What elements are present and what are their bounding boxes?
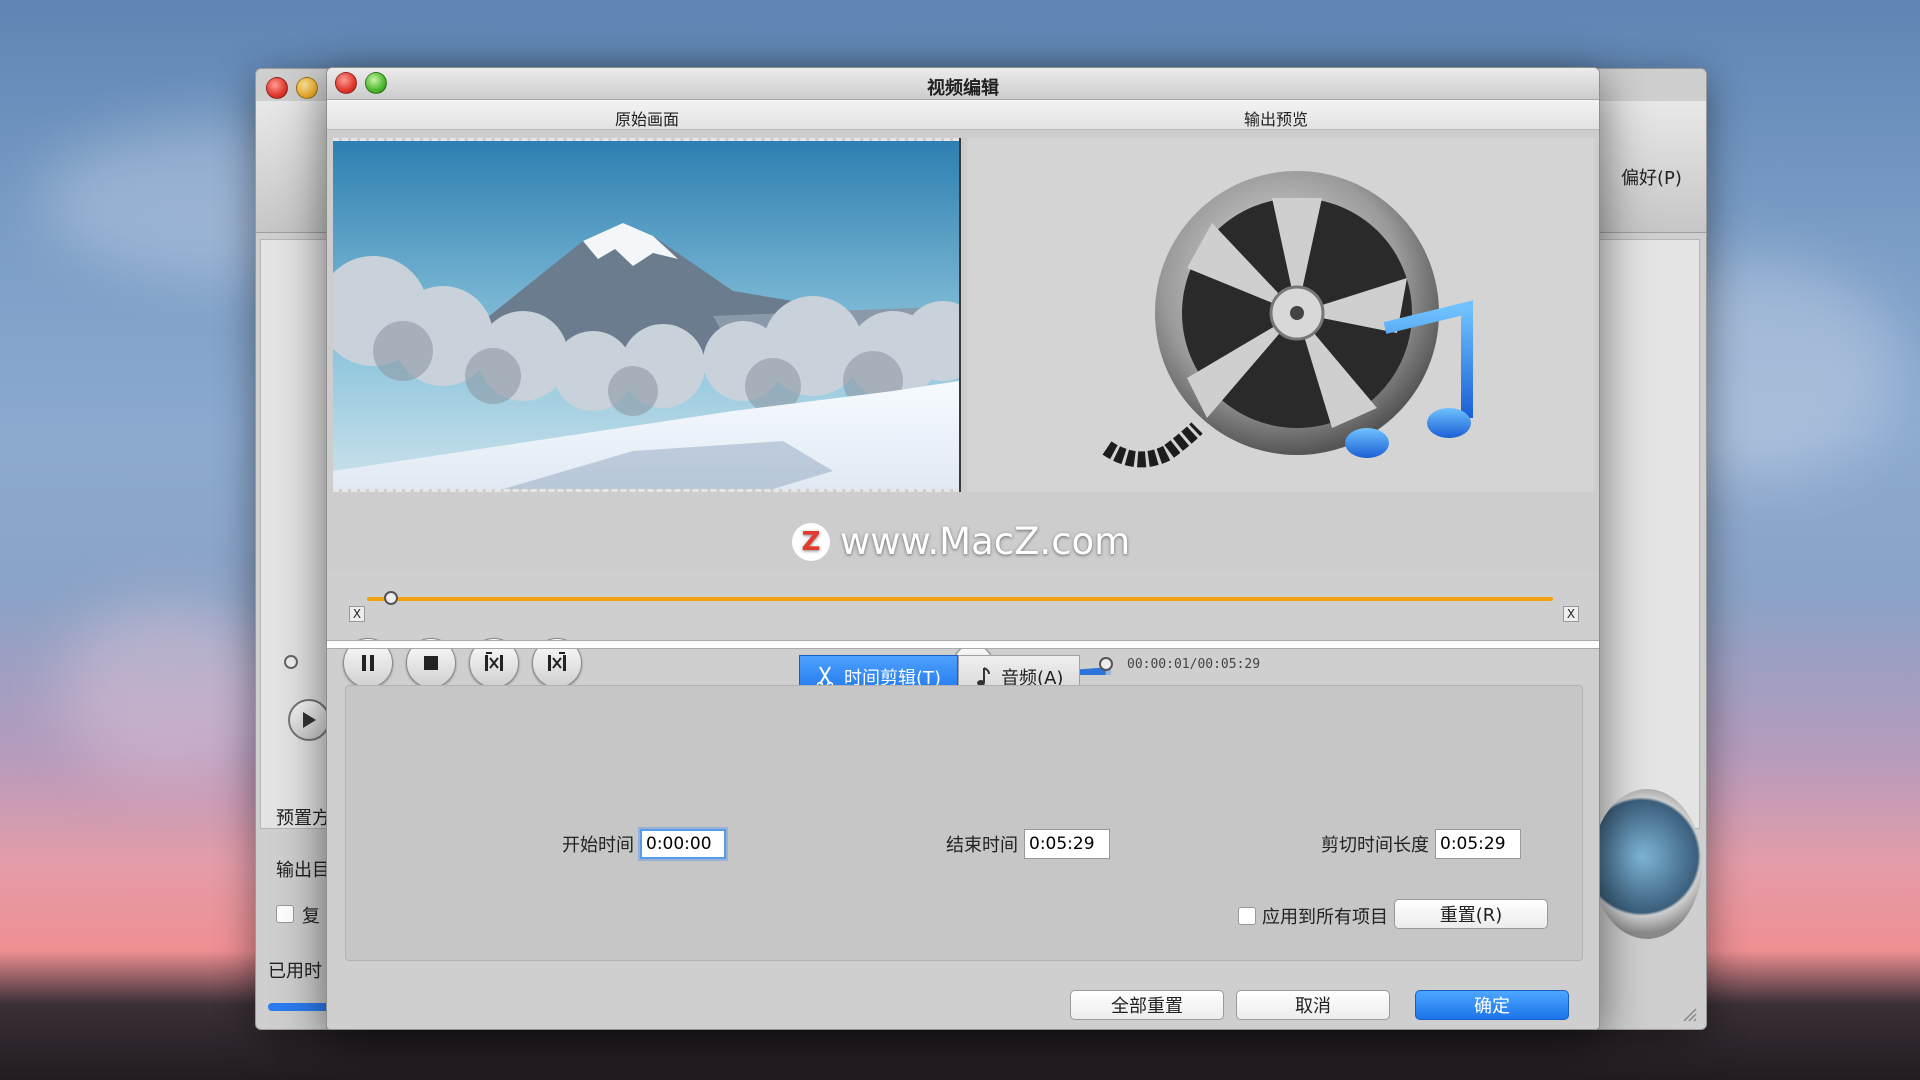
preferences-button[interactable]: 偏好(P) bbox=[1621, 164, 1682, 190]
end-time-field: 结束时间 bbox=[946, 829, 1110, 859]
timeline-playhead[interactable] bbox=[383, 591, 398, 605]
play-icon bbox=[303, 712, 316, 728]
split-divider[interactable] bbox=[327, 640, 1599, 649]
apply-all-field: 应用到所有项目 bbox=[1238, 903, 1388, 929]
ok-button[interactable]: 确定 bbox=[1415, 990, 1569, 1020]
apply-all-label: 应用到所有项目 bbox=[1262, 907, 1388, 928]
watermark: Z www.MacZ.com bbox=[792, 520, 1130, 563]
dialog-title: 视频编辑 bbox=[927, 78, 999, 99]
window-close-button[interactable] bbox=[266, 77, 288, 99]
timeline-track[interactable] bbox=[367, 597, 1553, 601]
convert-button[interactable] bbox=[1592, 789, 1702, 939]
output-label: 输出目 bbox=[276, 860, 330, 881]
preset-label: 预置方 bbox=[276, 808, 330, 829]
preview-area: X X 00:00:01/00:05:29 bbox=[327, 130, 1599, 688]
copy-label: 复 bbox=[302, 906, 320, 927]
time-trim-pane: 开始时间 结束时间 剪切时间长度 应用到所有项目 重置(R) bbox=[345, 685, 1583, 961]
slider-knob[interactable] bbox=[284, 655, 298, 669]
duration-field: 剪切时间长度 bbox=[1321, 829, 1521, 859]
stop-icon bbox=[424, 656, 438, 670]
start-time-input[interactable] bbox=[640, 829, 726, 859]
trim-end-marker[interactable]: X bbox=[1563, 606, 1579, 622]
duration-label: 剪切时间长度 bbox=[1321, 835, 1429, 856]
end-time-input[interactable] bbox=[1024, 829, 1110, 859]
background-cloud bbox=[60, 600, 280, 780]
original-video-frame bbox=[333, 138, 959, 492]
end-time-label: 结束时间 bbox=[946, 835, 1018, 856]
cancel-button[interactable]: 取消 bbox=[1236, 990, 1390, 1020]
mountain-scene-image bbox=[333, 141, 959, 489]
reset-button[interactable]: 重置(R) bbox=[1394, 899, 1548, 929]
play-button[interactable] bbox=[288, 699, 330, 741]
reset-all-button[interactable]: 全部重置 bbox=[1070, 990, 1224, 1020]
preview-header: 原始画面 输出预览 bbox=[327, 100, 1599, 130]
elapsed-label: 已用时 bbox=[268, 961, 322, 982]
duration-input[interactable] bbox=[1435, 829, 1521, 859]
trim-start-marker[interactable]: X bbox=[349, 606, 365, 622]
film-reel-music-icon bbox=[1102, 171, 1473, 468]
apply-all-checkbox[interactable] bbox=[1238, 907, 1256, 925]
mark-end-icon bbox=[548, 652, 566, 671]
mark-start-icon bbox=[485, 652, 503, 671]
dialog-titlebar: 视频编辑 bbox=[327, 68, 1599, 100]
copy-checkbox[interactable] bbox=[276, 905, 294, 923]
original-view-label: 原始画面 bbox=[615, 110, 680, 129]
output-preview-frame bbox=[967, 138, 1595, 492]
start-time-label: 开始时间 bbox=[562, 835, 634, 856]
watermark-logo: Z bbox=[792, 522, 830, 561]
resize-grip-icon[interactable] bbox=[1680, 1005, 1698, 1023]
pause-icon bbox=[362, 655, 374, 671]
window-minimize-button[interactable] bbox=[296, 77, 318, 99]
volume-knob[interactable] bbox=[1098, 657, 1113, 671]
preview-divider bbox=[959, 138, 961, 492]
output-preview-label: 输出预览 bbox=[1244, 110, 1309, 129]
time-display: 00:00:01/00:05:29 bbox=[1127, 657, 1261, 672]
start-time-field: 开始时间 bbox=[562, 829, 726, 859]
watermark-text: www.MacZ.com bbox=[840, 520, 1131, 563]
